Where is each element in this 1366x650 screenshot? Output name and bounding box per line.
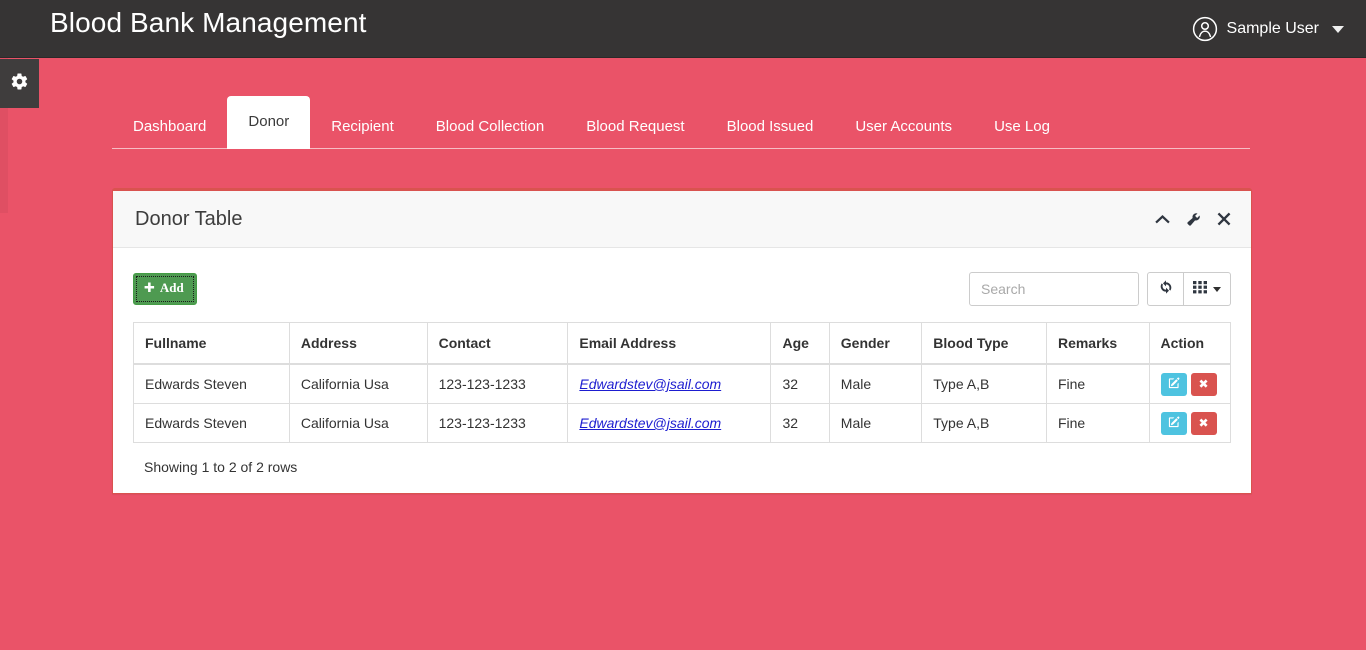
- column-header-email[interactable]: Email Address: [567, 322, 772, 365]
- table-toolbar-right: [969, 272, 1231, 306]
- table-row-count-label: Showing 1 to 2 of 2 rows: [144, 459, 298, 475]
- email-link[interactable]: Edwardstev@jsail.com: [579, 415, 721, 431]
- column-header-fullname[interactable]: Fullname: [133, 322, 290, 365]
- column-header-age[interactable]: Age: [770, 322, 830, 365]
- column-header-action: Action: [1148, 322, 1231, 365]
- cell-blood-type: Type A,B: [921, 363, 1047, 404]
- panel-body: ✚ Add Search Fullname Address Contact Em…: [113, 248, 1251, 493]
- cell-blood-type: Type A,B: [921, 403, 1047, 443]
- column-header-blood-type[interactable]: Blood Type: [921, 322, 1047, 365]
- cell-gender: Male: [828, 363, 923, 404]
- row-action-buttons: ✖: [1160, 372, 1221, 396]
- table-toolbar: ✚ Add: [133, 266, 1231, 312]
- tab-donor[interactable]: Donor: [227, 96, 311, 149]
- donor-table: Fullname Address Contact Email Address A…: [133, 322, 1231, 443]
- panel-title: Donor Table: [135, 207, 243, 230]
- cell-contact: 123-123-1233: [426, 403, 569, 443]
- gear-icon: [10, 72, 29, 96]
- column-header-contact[interactable]: Contact: [426, 322, 569, 365]
- email-link[interactable]: Edwardstev@jsail.com: [579, 376, 721, 392]
- table-header-row: Fullname Address Contact Email Address A…: [133, 322, 1231, 365]
- edit-pencil-icon: [1168, 416, 1180, 431]
- column-header-gender[interactable]: Gender: [828, 322, 923, 365]
- cell-email: Edwardstev@jsail.com: [567, 363, 772, 404]
- user-name-label: Sample User: [1226, 20, 1319, 37]
- page-root: Blood Bank Management Sample User Dashbo…: [0, 0, 1366, 650]
- chevron-down-icon: [1213, 286, 1221, 292]
- grid-icon: [1193, 280, 1208, 299]
- chevron-down-icon: [1332, 25, 1344, 33]
- delete-x-icon: ✖: [1198, 377, 1209, 391]
- cell-fullname: Edwards Steven: [133, 363, 290, 404]
- sidebar-toggle-gear-button[interactable]: [0, 59, 39, 108]
- tab-user-accounts[interactable]: User Accounts: [834, 106, 973, 149]
- table-head: Fullname Address Contact Email Address A…: [133, 322, 1231, 365]
- cell-address: California Usa: [288, 403, 428, 443]
- wrench-icon[interactable]: [1186, 212, 1201, 227]
- tab-blood-request[interactable]: Blood Request: [565, 106, 705, 149]
- columns-toggle-button[interactable]: [1184, 272, 1231, 306]
- row-action-buttons: ✖: [1160, 411, 1221, 435]
- table-action-button-group: [1147, 272, 1231, 306]
- cell-remarks: Fine: [1045, 403, 1150, 443]
- refresh-button[interactable]: [1147, 272, 1184, 306]
- search-input[interactable]: [969, 272, 1139, 306]
- panel-header: Donor Table: [113, 191, 1251, 248]
- tab-recipient[interactable]: Recipient: [310, 106, 415, 149]
- cell-age: 32: [770, 403, 830, 443]
- edit-row-button[interactable]: [1160, 372, 1187, 396]
- edit-pencil-icon: [1168, 377, 1180, 392]
- cell-age: 32: [770, 363, 830, 404]
- table-body: Edwards Steven California Usa 123-123-12…: [133, 363, 1231, 443]
- donor-table-panel: Donor Table ✚ Add Search Fullname Addres…: [112, 188, 1252, 494]
- table-row: Edwards Steven California Usa 123-123-12…: [133, 403, 1231, 443]
- panel-tool-buttons: [1155, 212, 1231, 227]
- column-header-address[interactable]: Address: [288, 322, 428, 365]
- column-header-remarks[interactable]: Remarks: [1045, 322, 1150, 365]
- tab-blood-collection[interactable]: Blood Collection: [415, 106, 565, 149]
- cell-action: ✖: [1148, 363, 1231, 404]
- user-circle-icon: [1192, 16, 1218, 42]
- cell-address: California Usa: [288, 363, 428, 404]
- add-button[interactable]: ✚ Add: [133, 273, 197, 305]
- cell-action: ✖: [1148, 403, 1231, 443]
- collapse-icon[interactable]: [1155, 213, 1170, 225]
- delete-x-icon: ✖: [1198, 416, 1209, 430]
- user-menu[interactable]: Sample User: [1192, 0, 1344, 58]
- top-navbar: Blood Bank Management Sample User: [0, 0, 1366, 58]
- plus-icon: ✚: [144, 280, 155, 296]
- main-tab-bar: Dashboard Donor Recipient Blood Collecti…: [112, 96, 1250, 149]
- cell-remarks: Fine: [1045, 363, 1150, 404]
- cell-fullname: Edwards Steven: [133, 403, 290, 443]
- cell-gender: Male: [828, 403, 923, 443]
- delete-row-button[interactable]: ✖: [1190, 372, 1217, 396]
- add-button-label: Add: [159, 280, 184, 296]
- cell-contact: 123-123-1233: [426, 363, 569, 404]
- edit-row-button[interactable]: [1160, 411, 1187, 435]
- app-brand-title: Blood Bank Management: [50, 7, 367, 38]
- tab-use-log[interactable]: Use Log: [973, 106, 1071, 149]
- cell-email: Edwardstev@jsail.com: [567, 403, 772, 443]
- tab-blood-issued[interactable]: Blood Issued: [706, 106, 835, 149]
- table-row: Edwards Steven California Usa 123-123-12…: [133, 363, 1231, 404]
- refresh-icon: [1158, 279, 1174, 300]
- close-icon[interactable]: [1217, 212, 1231, 226]
- tab-list: Dashboard Donor Recipient Blood Collecti…: [112, 96, 1250, 149]
- delete-row-button[interactable]: ✖: [1190, 411, 1217, 435]
- tab-dashboard[interactable]: Dashboard: [112, 106, 227, 149]
